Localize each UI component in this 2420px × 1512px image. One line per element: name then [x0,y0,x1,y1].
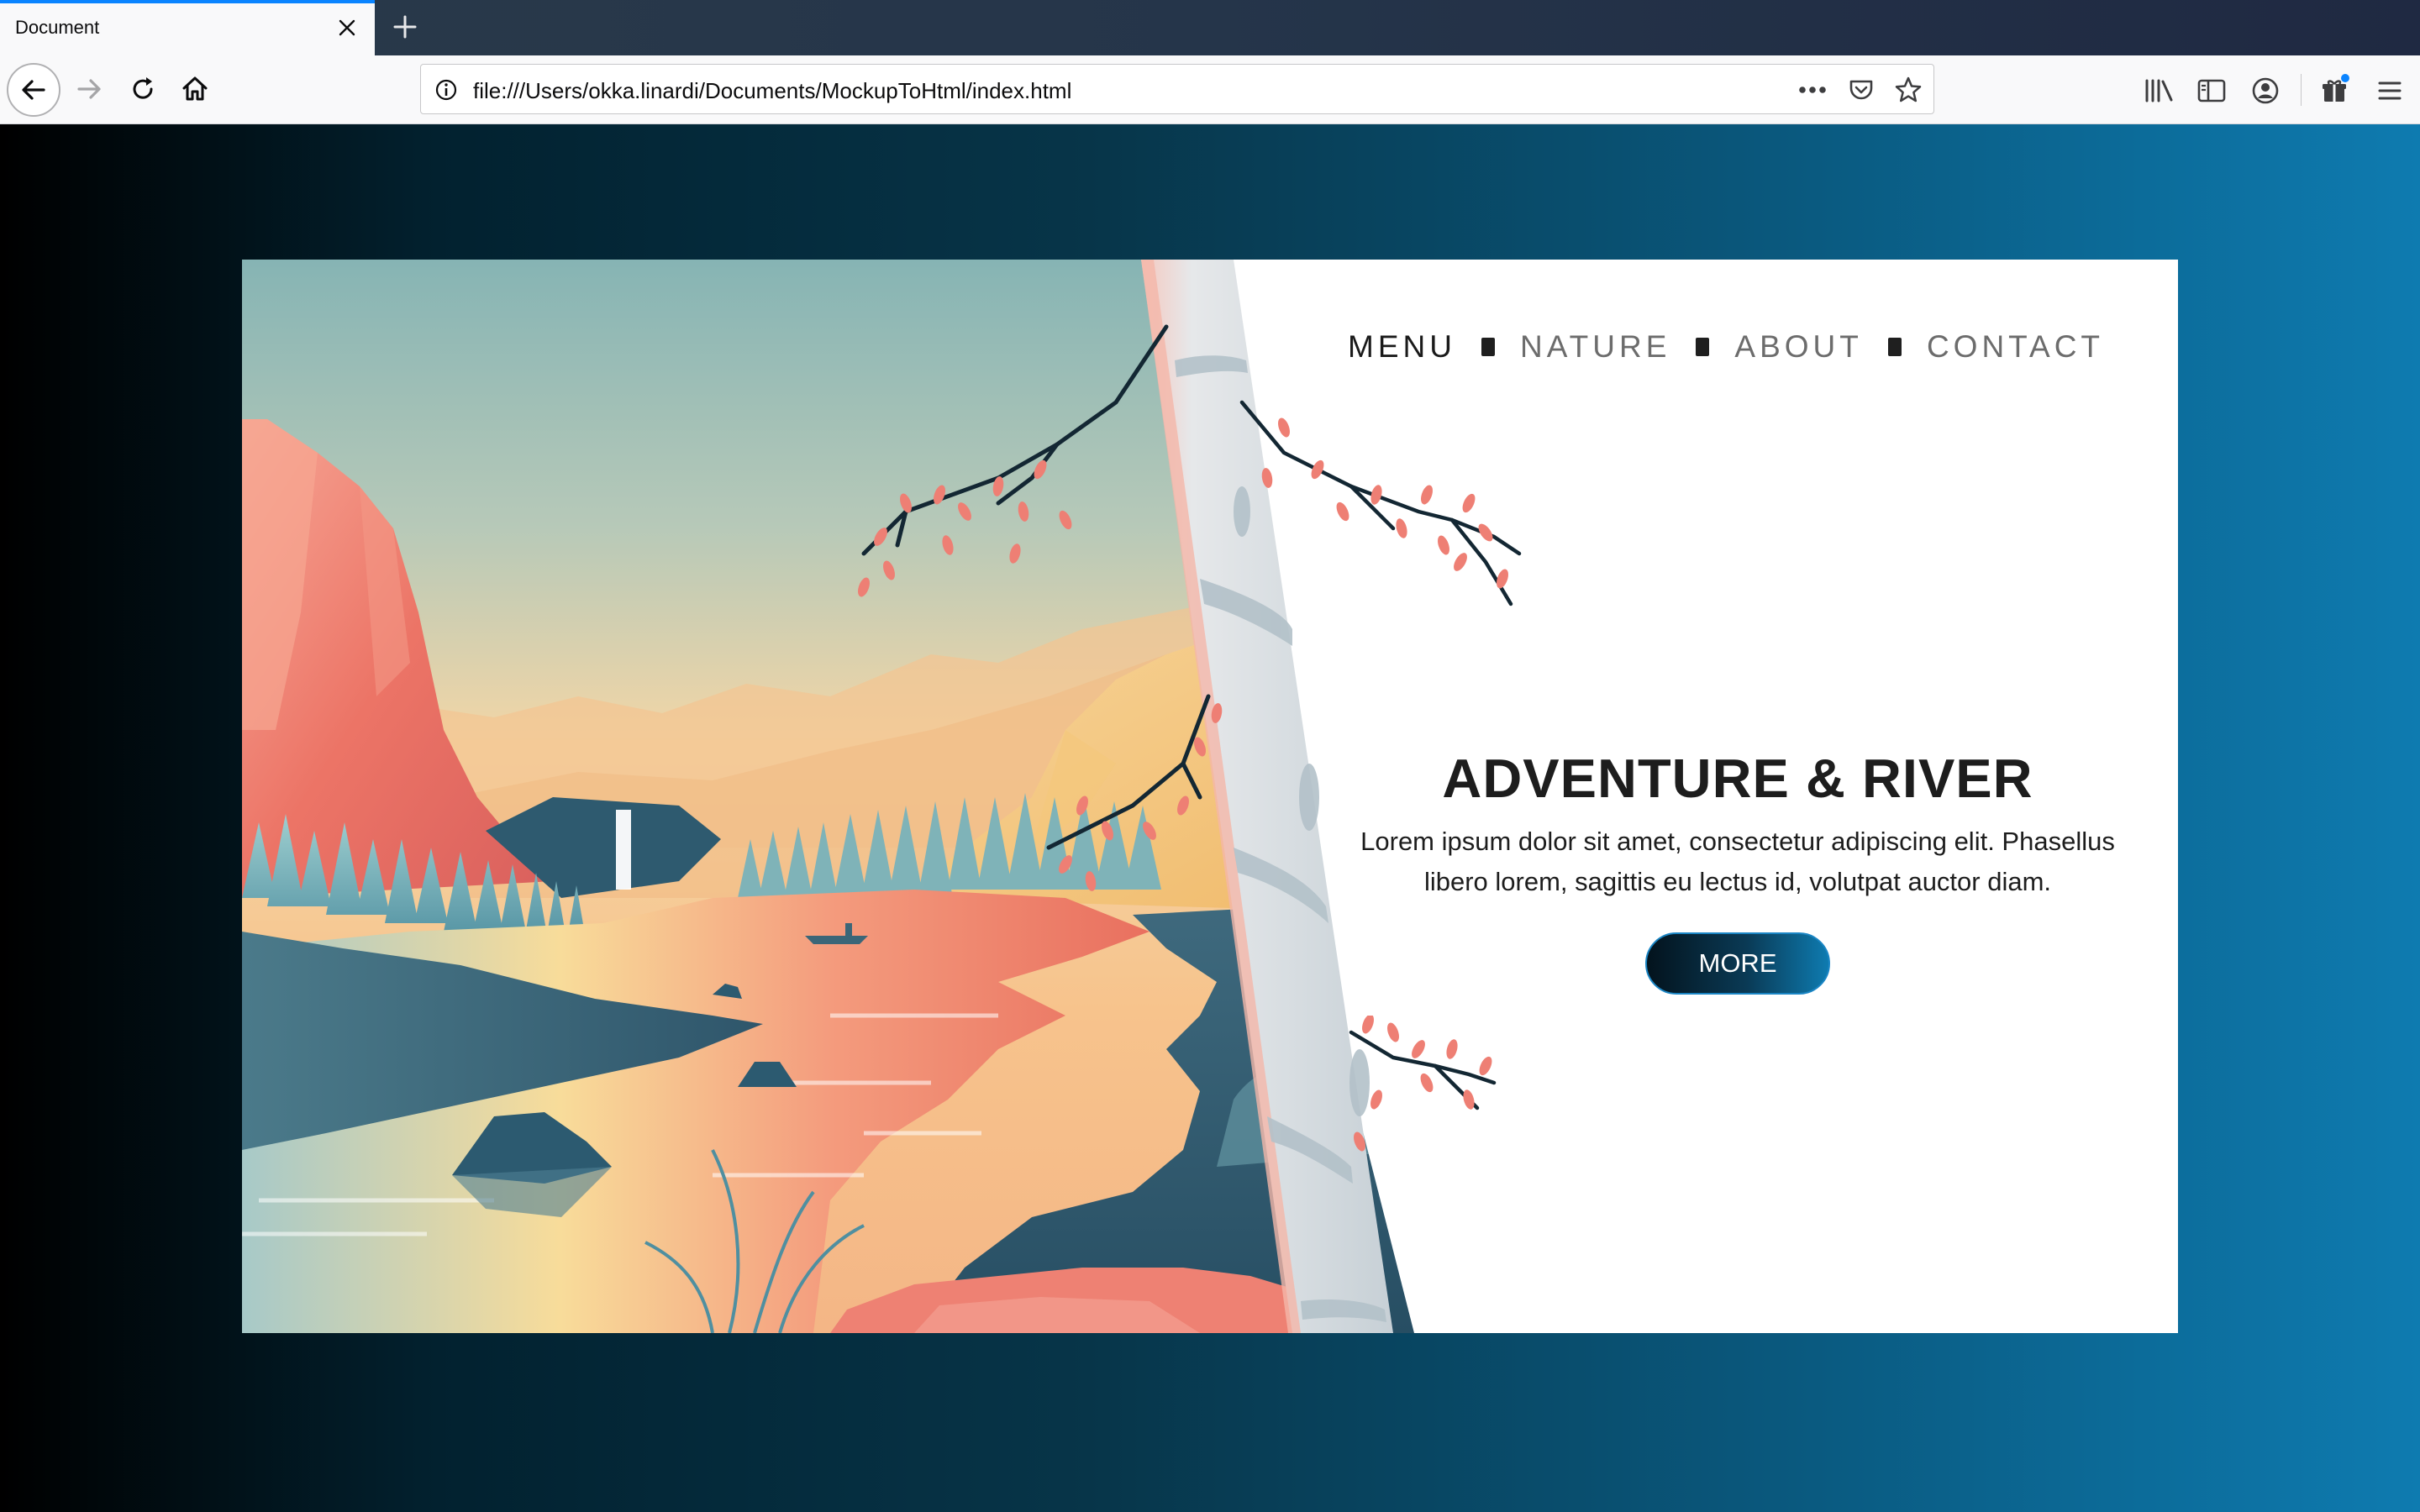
sidebar-icon[interactable] [2195,74,2228,108]
tab-strip: Document [0,0,2420,55]
more-button[interactable]: MORE [1645,932,1830,995]
info-icon[interactable] [431,75,461,105]
home-icon[interactable] [170,64,220,114]
nav-contact[interactable]: CONTACT [1927,329,2104,365]
site-nav: MENU NATURE ABOUT CONTACT [1348,322,2104,372]
url-bar[interactable]: file:///Users/okka.linardi/Documents/Moc… [420,64,1934,114]
forward-arrow-icon[interactable] [64,64,114,114]
page-background: MENU NATURE ABOUT CONTACT ADVENTURE & RI… [0,124,2420,1512]
new-tab-plus-icon[interactable] [388,10,422,44]
nav-about[interactable]: ABOUT [1734,329,1862,365]
back-arrow-icon[interactable] [7,63,60,117]
whats-new-icon[interactable] [2317,74,2351,108]
nav-separator [1481,338,1495,356]
account-icon[interactable] [2249,74,2282,108]
tab-title: Document [15,17,100,38]
nav-menu[interactable]: MENU [1348,329,1456,365]
hero-headline: ADVENTURE & RIVER [1442,748,2033,809]
library-icon[interactable] [2143,74,2176,108]
hero-content: ADVENTURE & RIVER Lorem ipsum dolor sit … [1334,747,2141,995]
branch-decoration-bottom [1349,1016,1497,1152]
notification-badge [2341,74,2349,82]
nav-nature[interactable]: NATURE [1520,329,1670,365]
more-dots-icon[interactable] [1797,75,1828,105]
hero-description-line-2: libero lorem, sagittis eu lectus id, vol… [1423,867,2052,896]
reload-icon[interactable] [118,64,168,114]
url-text[interactable]: file:///Users/okka.linardi/Documents/Moc… [473,78,1071,104]
toolbar-separator [2301,74,2302,106]
nav-separator [1696,338,1710,356]
hero-description: Lorem ipsum dolor sit amet, consectetur … [1334,822,2141,902]
hero-card: MENU NATURE ABOUT CONTACT ADVENTURE & RI… [242,260,2178,1333]
close-tab-icon[interactable] [334,15,360,40]
hero-description-line-1: Lorem ipsum dolor sit amet, consectetur … [1360,827,2115,856]
hamburger-menu-icon[interactable] [2373,74,2407,108]
bookmark-star-icon[interactable] [1893,75,1923,105]
pocket-icon[interactable] [1846,75,1876,105]
active-tab[interactable]: Document [0,0,375,55]
navigation-toolbar: file:///Users/okka.linardi/Documents/Moc… [0,55,2420,124]
nav-separator [1887,338,1902,356]
